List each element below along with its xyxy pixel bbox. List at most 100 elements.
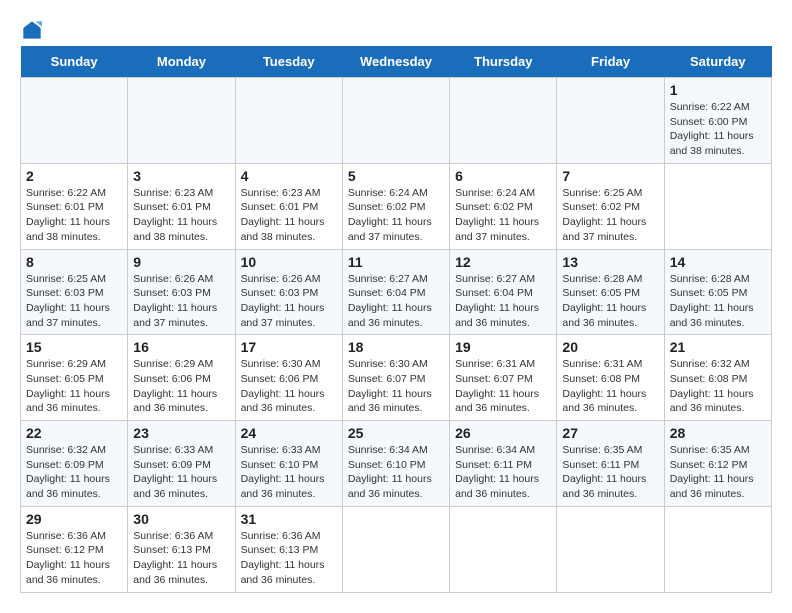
cell-info: Sunrise: 6:32 AM Sunset: 6:09 PM Dayligh… xyxy=(26,444,110,500)
calendar-cell xyxy=(235,78,342,164)
cell-info: Sunrise: 6:30 AM Sunset: 6:06 PM Dayligh… xyxy=(241,358,325,414)
calendar-cell xyxy=(557,506,664,592)
day-header-thursday: Thursday xyxy=(450,46,557,78)
date-number: 15 xyxy=(26,339,122,355)
calendar-cell: 11 Sunrise: 6:27 AM Sunset: 6:04 PM Dayli… xyxy=(342,249,449,335)
cell-info: Sunrise: 6:26 AM Sunset: 6:03 PM Dayligh… xyxy=(241,273,325,329)
calendar-cell: 24 Sunrise: 6:33 AM Sunset: 6:10 PM Dayli… xyxy=(235,421,342,507)
cell-info: Sunrise: 6:32 AM Sunset: 6:08 PM Dayligh… xyxy=(670,358,754,414)
calendar-cell: 20 Sunrise: 6:31 AM Sunset: 6:08 PM Dayli… xyxy=(557,335,664,421)
calendar-cell: 1 Sunrise: 6:22 AM Sunset: 6:00 PM Daylig… xyxy=(664,78,771,164)
calendar-cell: 30Sunrise: 6:36 AM Sunset: 6:13 PM Dayli… xyxy=(128,506,235,592)
cell-info: Sunrise: 6:29 AM Sunset: 6:06 PM Dayligh… xyxy=(133,358,217,414)
calendar-week-5: 22Sunrise: 6:32 AM Sunset: 6:09 PM Dayli… xyxy=(21,421,772,507)
calendar-cell: 16 Sunrise: 6:29 AM Sunset: 6:06 PM Dayli… xyxy=(128,335,235,421)
cell-info: Sunrise: 6:27 AM Sunset: 6:04 PM Dayligh… xyxy=(455,273,539,329)
day-header-saturday: Saturday xyxy=(664,46,771,78)
cell-info: Sunrise: 6:31 AM Sunset: 6:07 PM Dayligh… xyxy=(455,358,539,414)
calendar-week-1: 1 Sunrise: 6:22 AM Sunset: 6:00 PM Daylig… xyxy=(21,78,772,164)
cell-info: Sunrise: 6:33 AM Sunset: 6:10 PM Dayligh… xyxy=(241,444,325,500)
date-number: 19 xyxy=(455,339,551,355)
calendar-cell: 19 Sunrise: 6:31 AM Sunset: 6:07 PM Dayli… xyxy=(450,335,557,421)
cell-info: Sunrise: 6:29 AM Sunset: 6:05 PM Dayligh… xyxy=(26,358,110,414)
cell-info: Sunrise: 6:22 AM Sunset: 6:01 PM Dayligh… xyxy=(26,187,110,243)
date-number: 4 xyxy=(241,168,337,184)
date-number: 18 xyxy=(348,339,444,355)
cell-info: Sunrise: 6:35 AM Sunset: 6:11 PM Dayligh… xyxy=(562,444,646,500)
day-header-sunday: Sunday xyxy=(21,46,128,78)
calendar-cell: 25 Sunrise: 6:34 AM Sunset: 6:10 PM Dayli… xyxy=(342,421,449,507)
date-number: 3 xyxy=(133,168,229,184)
date-number: 28 xyxy=(670,425,766,441)
cell-info: Sunrise: 6:25 AM Sunset: 6:02 PM Dayligh… xyxy=(562,187,646,243)
date-number: 13 xyxy=(562,254,658,270)
calendar-cell xyxy=(557,78,664,164)
calendar-cell xyxy=(664,163,771,249)
date-number: 9 xyxy=(133,254,229,270)
calendar-cell xyxy=(21,78,128,164)
date-number: 8 xyxy=(26,254,122,270)
date-number: 10 xyxy=(241,254,337,270)
calendar-cell: 23Sunrise: 6:33 AM Sunset: 6:09 PM Dayli… xyxy=(128,421,235,507)
date-number: 11 xyxy=(348,254,444,270)
cell-info: Sunrise: 6:26 AM Sunset: 6:03 PM Dayligh… xyxy=(133,273,217,329)
day-header-monday: Monday xyxy=(128,46,235,78)
calendar-cell: 22Sunrise: 6:32 AM Sunset: 6:09 PM Dayli… xyxy=(21,421,128,507)
cell-info: Sunrise: 6:28 AM Sunset: 6:05 PM Dayligh… xyxy=(562,273,646,329)
calendar-cell xyxy=(450,506,557,592)
cell-info: Sunrise: 6:30 AM Sunset: 6:07 PM Dayligh… xyxy=(348,358,432,414)
cell-info: Sunrise: 6:31 AM Sunset: 6:08 PM Dayligh… xyxy=(562,358,646,414)
page-header xyxy=(20,20,772,36)
date-number: 12 xyxy=(455,254,551,270)
logo-icon xyxy=(22,20,42,40)
calendar-cell xyxy=(342,78,449,164)
date-number: 26 xyxy=(455,425,551,441)
cell-info: Sunrise: 6:27 AM Sunset: 6:04 PM Dayligh… xyxy=(348,273,432,329)
date-number: 1 xyxy=(670,82,766,98)
calendar-cell: 4 Sunrise: 6:23 AM Sunset: 6:01 PM Daylig… xyxy=(235,163,342,249)
calendar-cell: 12 Sunrise: 6:27 AM Sunset: 6:04 PM Dayli… xyxy=(450,249,557,335)
calendar-week-4: 15 Sunrise: 6:29 AM Sunset: 6:05 PM Dayli… xyxy=(21,335,772,421)
date-number: 29 xyxy=(26,511,122,527)
date-number: 25 xyxy=(348,425,444,441)
cell-info: Sunrise: 6:24 AM Sunset: 6:02 PM Dayligh… xyxy=(348,187,432,243)
calendar-cell xyxy=(342,506,449,592)
cell-info: Sunrise: 6:22 AM Sunset: 6:00 PM Dayligh… xyxy=(670,101,754,157)
calendar-cell: 15 Sunrise: 6:29 AM Sunset: 6:05 PM Dayli… xyxy=(21,335,128,421)
cell-info: Sunrise: 6:28 AM Sunset: 6:05 PM Dayligh… xyxy=(670,273,754,329)
date-number: 23 xyxy=(133,425,229,441)
calendar-cell: 31Sunrise: 6:36 AM Sunset: 6:13 PM Dayli… xyxy=(235,506,342,592)
calendar-cell: 3Sunrise: 6:23 AM Sunset: 6:01 PM Daylig… xyxy=(128,163,235,249)
calendar-cell: 2 Sunrise: 6:22 AM Sunset: 6:01 PM Daylig… xyxy=(21,163,128,249)
date-number: 20 xyxy=(562,339,658,355)
calendar-cell: 7 Sunrise: 6:25 AM Sunset: 6:02 PM Daylig… xyxy=(557,163,664,249)
day-header-row: SundayMondayTuesdayWednesdayThursdayFrid… xyxy=(21,46,772,78)
cell-info: Sunrise: 6:34 AM Sunset: 6:11 PM Dayligh… xyxy=(455,444,539,500)
date-number: 14 xyxy=(670,254,766,270)
date-number: 16 xyxy=(133,339,229,355)
logo xyxy=(20,20,42,36)
cell-info: Sunrise: 6:36 AM Sunset: 6:13 PM Dayligh… xyxy=(133,530,217,586)
date-number: 24 xyxy=(241,425,337,441)
calendar-cell: 10 Sunrise: 6:26 AM Sunset: 6:03 PM Dayli… xyxy=(235,249,342,335)
date-number: 27 xyxy=(562,425,658,441)
calendar-cell: 28 Sunrise: 6:35 AM Sunset: 6:12 PM Dayli… xyxy=(664,421,771,507)
calendar-cell: 9 Sunrise: 6:26 AM Sunset: 6:03 PM Daylig… xyxy=(128,249,235,335)
calendar-week-2: 2 Sunrise: 6:22 AM Sunset: 6:01 PM Daylig… xyxy=(21,163,772,249)
cell-info: Sunrise: 6:23 AM Sunset: 6:01 PM Dayligh… xyxy=(241,187,325,243)
cell-info: Sunrise: 6:35 AM Sunset: 6:12 PM Dayligh… xyxy=(670,444,754,500)
date-number: 5 xyxy=(348,168,444,184)
calendar-cell xyxy=(128,78,235,164)
calendar-cell: 27 Sunrise: 6:35 AM Sunset: 6:11 PM Dayli… xyxy=(557,421,664,507)
date-number: 6 xyxy=(455,168,551,184)
calendar-cell: 18 Sunrise: 6:30 AM Sunset: 6:07 PM Dayli… xyxy=(342,335,449,421)
calendar-cell: 8Sunrise: 6:25 AM Sunset: 6:03 PM Daylig… xyxy=(21,249,128,335)
date-number: 21 xyxy=(670,339,766,355)
cell-info: Sunrise: 6:24 AM Sunset: 6:02 PM Dayligh… xyxy=(455,187,539,243)
date-number: 7 xyxy=(562,168,658,184)
calendar-table: SundayMondayTuesdayWednesdayThursdayFrid… xyxy=(20,46,772,593)
calendar-cell: 14 Sunrise: 6:28 AM Sunset: 6:05 PM Dayli… xyxy=(664,249,771,335)
cell-info: Sunrise: 6:34 AM Sunset: 6:10 PM Dayligh… xyxy=(348,444,432,500)
date-number: 2 xyxy=(26,168,122,184)
calendar-cell xyxy=(450,78,557,164)
